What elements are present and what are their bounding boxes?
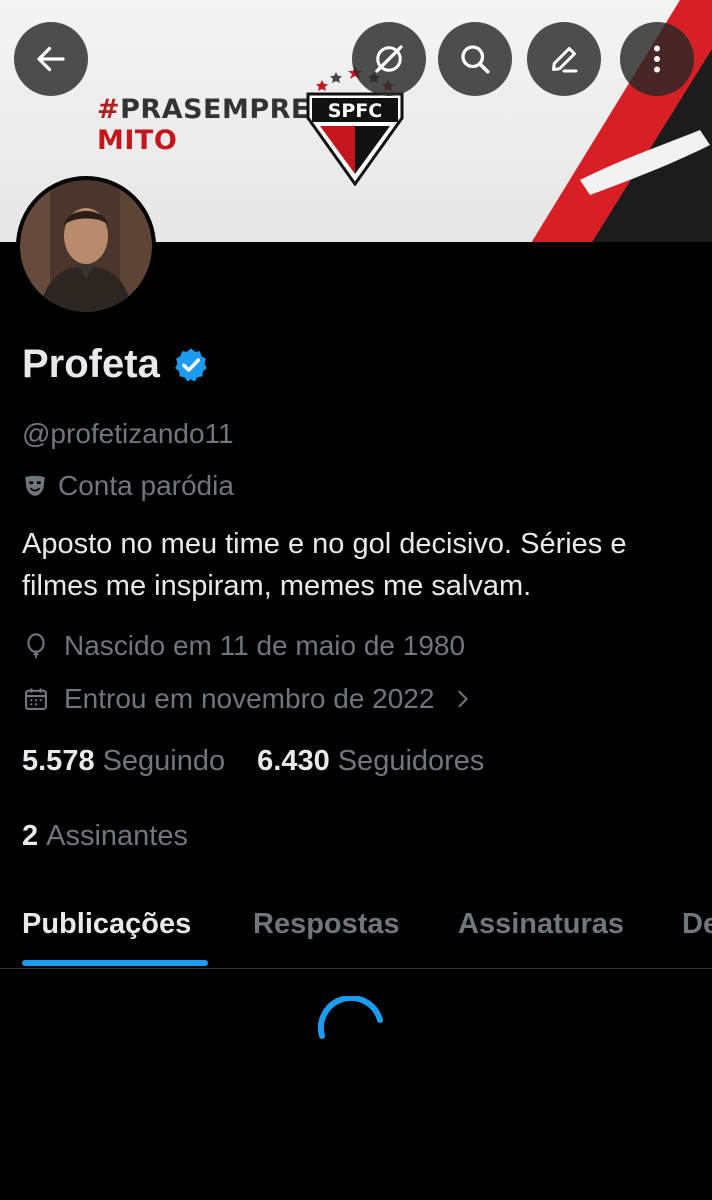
slash-circle-icon <box>375 45 403 73</box>
search-icon <box>461 45 490 74</box>
profile-bio: Aposto no meu time e no gol decisivo. Sé… <box>22 528 627 602</box>
profile-tabs: Publicações Respostas Assinaturas De <box>0 900 712 969</box>
more-options-button[interactable] <box>620 22 694 96</box>
search-button[interactable] <box>438 22 512 96</box>
profile-name-row: Profeta <box>22 342 210 387</box>
svg-text:SPFC: SPFC <box>328 100 383 122</box>
chevron-right-icon <box>458 690 469 708</box>
edit-button[interactable] <box>527 22 601 96</box>
followers-link[interactable]: 6.430 Seguidores <box>257 745 484 778</box>
avatar-photo <box>20 180 152 312</box>
following-link[interactable]: 5.578 Seguindo <box>22 745 225 778</box>
parody-label: Conta paródia <box>22 470 234 502</box>
verified-badge-icon[interactable] <box>172 346 210 384</box>
active-tab-indicator <box>22 960 208 966</box>
profile-handle: @profetizando11 <box>22 418 234 449</box>
balloon-icon <box>27 633 45 659</box>
back-button[interactable] <box>14 22 88 96</box>
follow-counts: 5.578 Seguindo 6.430 Seguidores <box>22 745 516 778</box>
profile-name: Profeta <box>22 342 160 386</box>
subscribers-link[interactable]: 2 Assinantes <box>22 820 188 853</box>
joined-date-row[interactable]: Entrou em novembro de 2022 <box>22 683 474 715</box>
tab-publicacoes[interactable]: Publicações <box>22 908 191 941</box>
more-vertical-icon <box>654 45 660 73</box>
arrow-left-icon <box>37 46 65 72</box>
grok-button[interactable] <box>352 22 426 96</box>
tab-respostas[interactable]: Respostas <box>253 908 400 941</box>
birth-date-row: Nascido em 11 de maio de 1980 <box>22 630 465 662</box>
theater-mask-icon <box>25 475 45 496</box>
avatar[interactable] <box>16 176 156 316</box>
tab-destaques[interactable]: De <box>682 908 712 941</box>
loading-spinner-icon <box>317 996 383 1039</box>
tab-assinaturas[interactable]: Assinaturas <box>458 908 624 941</box>
calendar-icon <box>25 688 47 710</box>
pencil-icon <box>552 47 578 73</box>
banner-slogan: #PRASEMPRE MITO <box>97 94 310 157</box>
